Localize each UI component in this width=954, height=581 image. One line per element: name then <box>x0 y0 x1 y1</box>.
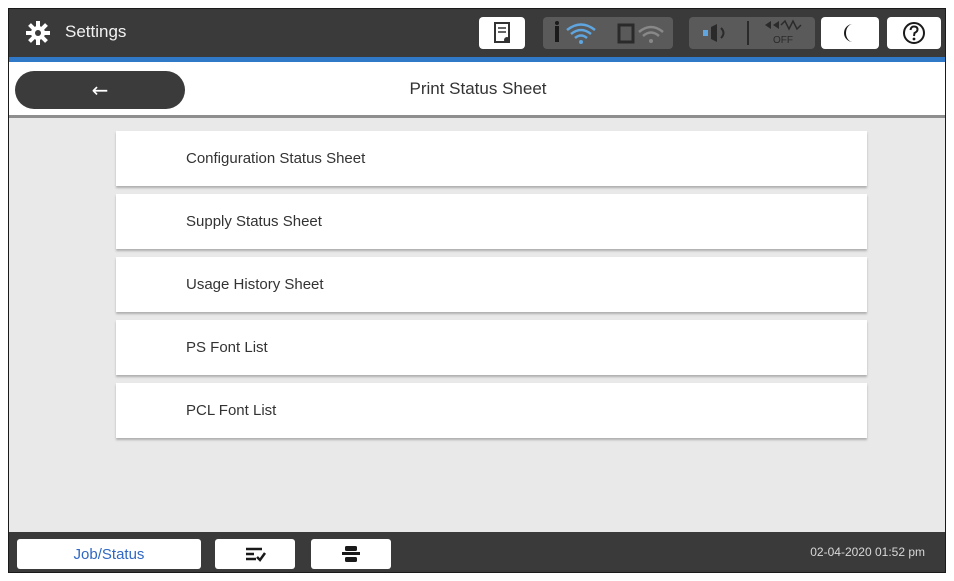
menu-item-label: Usage History Sheet <box>186 276 324 293</box>
group-divider <box>747 21 749 45</box>
menu-item-usage-history-sheet[interactable]: Usage History Sheet <box>116 257 867 312</box>
page-title: Print Status Sheet <box>409 79 547 98</box>
moon-icon <box>844 24 853 42</box>
job-list-button[interactable] <box>215 539 295 569</box>
job-status-button[interactable]: Job/Status <box>17 539 201 569</box>
menu-item-pcl-font-list[interactable]: PCL Font List <box>116 383 867 438</box>
power-off-label: OFF <box>773 35 793 46</box>
gear-icon[interactable] <box>25 20 51 46</box>
datetime-display: 02-04-2020 01:52 pm <box>810 545 925 559</box>
menu-item-configuration-status-sheet[interactable]: Configuration Status Sheet <box>116 131 867 186</box>
sound-power-group[interactable]: OFF <box>689 17 815 49</box>
power-off-icon: OFF <box>765 19 802 46</box>
screen-frame: Settings OFF ← Print Status Sheet Config… <box>8 8 946 573</box>
job-list-icon <box>246 547 267 562</box>
network-status-group[interactable] <box>543 17 673 49</box>
top-status-bar: Settings OFF <box>9 9 945 57</box>
menu-item-label: Supply Status Sheet <box>186 213 322 230</box>
menu-item-label: Configuration Status Sheet <box>186 150 366 167</box>
menu-item-label: PCL Font List <box>186 402 277 419</box>
help-icon <box>903 22 925 44</box>
printer-button[interactable] <box>311 539 391 569</box>
speaker-icon <box>703 24 725 42</box>
topbar-title: Settings <box>65 22 127 41</box>
sleep-button[interactable] <box>821 17 879 49</box>
wifi-direct-icon <box>617 23 664 44</box>
help-button[interactable] <box>887 17 941 49</box>
menu-item-supply-status-sheet[interactable]: Supply Status Sheet <box>116 194 867 249</box>
paper-status-button[interactable] <box>479 17 525 49</box>
paper-status-icon <box>494 22 510 43</box>
printer-icon <box>342 546 360 562</box>
menu-item-label: PS Font List <box>186 339 268 356</box>
bottom-bar: Job/Status 02-04-2020 01:52 pm <box>9 532 945 572</box>
menu-item-ps-font-list[interactable]: PS Font List <box>116 320 867 375</box>
wifi-icon <box>555 21 596 44</box>
page-header: ← Print Status Sheet <box>9 62 945 118</box>
